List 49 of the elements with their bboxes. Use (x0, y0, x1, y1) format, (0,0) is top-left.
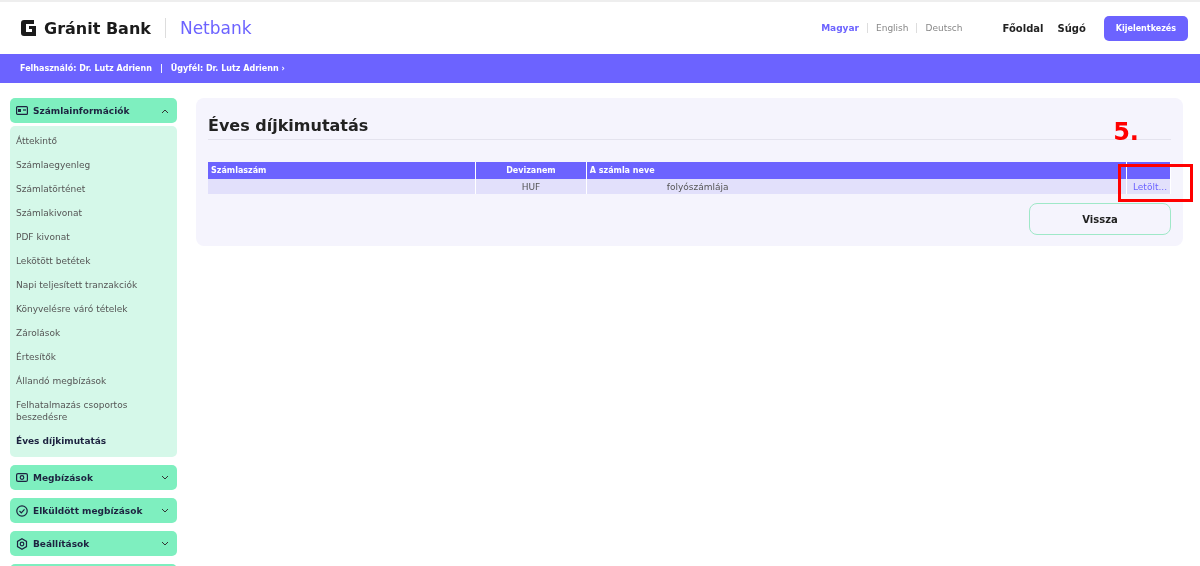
download-link[interactable]: Letölt... (1132, 181, 1167, 192)
column-header: A számla neve (586, 162, 1127, 179)
user-name: Felhasználó: Dr. Lutz Adrienn (20, 64, 152, 73)
gear-icon (16, 537, 28, 550)
sidebar-item[interactable]: Éves díjkimutatás (10, 429, 177, 453)
nav-link[interactable]: Főoldal (1002, 22, 1044, 34)
chevron-icon (161, 107, 169, 114)
section-label: Megbízások (33, 472, 93, 483)
sidebar-item[interactable]: Könyvelésre váró tételek (10, 297, 177, 321)
column-header: Számlaszám (208, 162, 476, 179)
banknote-icon (16, 473, 28, 482)
sidebar-section-header[interactable]: Megbízások (10, 465, 177, 490)
section-label: Elküldött megbízások (33, 505, 143, 516)
nav-link[interactable]: Súgó (1057, 22, 1086, 34)
client-link[interactable]: Ügyfél: Dr. Lutz Adrienn › (170, 64, 285, 73)
sidebar-item[interactable]: Számlatörténet (10, 177, 177, 201)
section-label: Számlainformációk (33, 105, 130, 116)
sidebar-item[interactable]: PDF kivonat (10, 225, 177, 249)
logo-icon (20, 19, 38, 37)
sidebar-item[interactable]: Lekötött betétek (10, 249, 177, 273)
language-link[interactable]: Magyar (821, 23, 859, 33)
sidebar-item[interactable]: Felhatalmazás csoportos beszedésre (10, 393, 177, 429)
check-circle-icon (16, 504, 28, 517)
language-link[interactable]: Deutsch (925, 23, 963, 33)
sidebar-section-header[interactable]: Beállítások (10, 531, 177, 556)
sidebar-item[interactable]: Számlaegyenleg (10, 153, 177, 177)
section-label: Beállítások (33, 538, 90, 549)
card-icon (16, 106, 28, 115)
sidebar-item[interactable]: Állandó megbízások (10, 369, 177, 393)
product-name: Netbank (179, 18, 252, 38)
chevron-icon (161, 474, 169, 481)
back-button[interactable]: Vissza (1029, 203, 1171, 235)
sidebar-item[interactable]: Értesítők (10, 345, 177, 369)
column-header: Devizanem (475, 162, 587, 179)
separator: | (159, 64, 163, 73)
sidebar-item[interactable]: Számlakivonat (10, 201, 177, 225)
annotation-label: 5. (1113, 118, 1139, 146)
sidebar-item[interactable]: Napi teljesített tranzakciók (10, 273, 177, 297)
chevron-icon (161, 507, 169, 514)
table-cell: folyószámlája (586, 179, 1127, 194)
table-cell: HUF (475, 179, 587, 194)
sidebar-item[interactable]: Áttekintő (10, 129, 177, 153)
logout-button[interactable]: Kijelentkezés (1103, 15, 1188, 41)
language-link[interactable]: English (876, 23, 909, 33)
sidebar-item[interactable]: Zárolások (10, 321, 177, 345)
chevron-icon (161, 540, 169, 547)
sidebar-section-header[interactable]: Számlainformációk (10, 98, 177, 123)
sidebar-section-header[interactable]: Elküldött megbízások (10, 498, 177, 523)
brand-name: Gránit Bank (44, 18, 151, 38)
